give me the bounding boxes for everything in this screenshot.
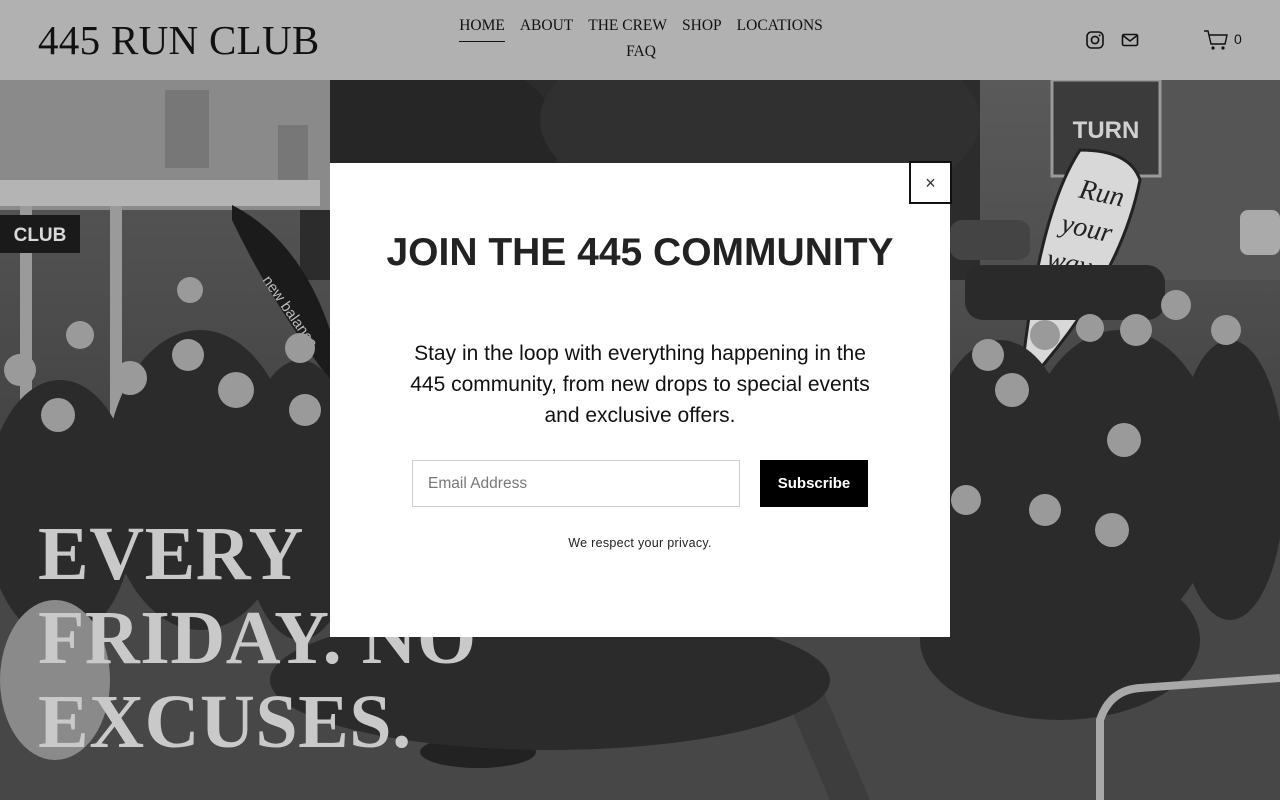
nav-locations[interactable]: LOCATIONS: [737, 16, 823, 42]
close-icon: ×: [925, 172, 936, 193]
newsletter-modal: × JOIN THE 445 COMMUNITY Stay in the loo…: [330, 161, 952, 637]
email-field[interactable]: [412, 460, 740, 507]
nav-faq[interactable]: FAQ: [626, 42, 656, 68]
cart-count[interactable]: 0: [1234, 30, 1242, 48]
nav-the-crew[interactable]: THE CREW: [588, 16, 667, 42]
club-sign-text: CLUB: [14, 225, 67, 246]
headline-line-3: EXCUSES.: [38, 680, 412, 764]
turn-sign-text: TURN: [1073, 117, 1140, 144]
main-nav: HOME ABOUT THE CREW SHOP LOCATIONS FAQ: [455, 16, 827, 68]
subscribe-button[interactable]: Subscribe: [760, 460, 868, 507]
close-button[interactable]: ×: [909, 161, 952, 204]
privacy-note: We respect your privacy.: [568, 536, 712, 550]
site-header: 445 RUN CLUB HOME ABOUT THE CREW SHOP LO…: [0, 0, 1280, 80]
email-icon[interactable]: [1120, 30, 1140, 50]
cart-icon[interactable]: [1203, 29, 1229, 51]
instagram-icon[interactable]: [1085, 30, 1105, 50]
nav-about[interactable]: ABOUT: [520, 16, 573, 42]
modal-description: Stay in the loop with everything happeni…: [410, 342, 870, 427]
nav-shop[interactable]: SHOP: [682, 16, 722, 42]
modal-title: JOIN THE 445 COMMUNITY: [386, 231, 894, 274]
nav-home[interactable]: HOME: [459, 16, 505, 42]
site-logo[interactable]: 445 RUN CLUB: [38, 16, 320, 64]
